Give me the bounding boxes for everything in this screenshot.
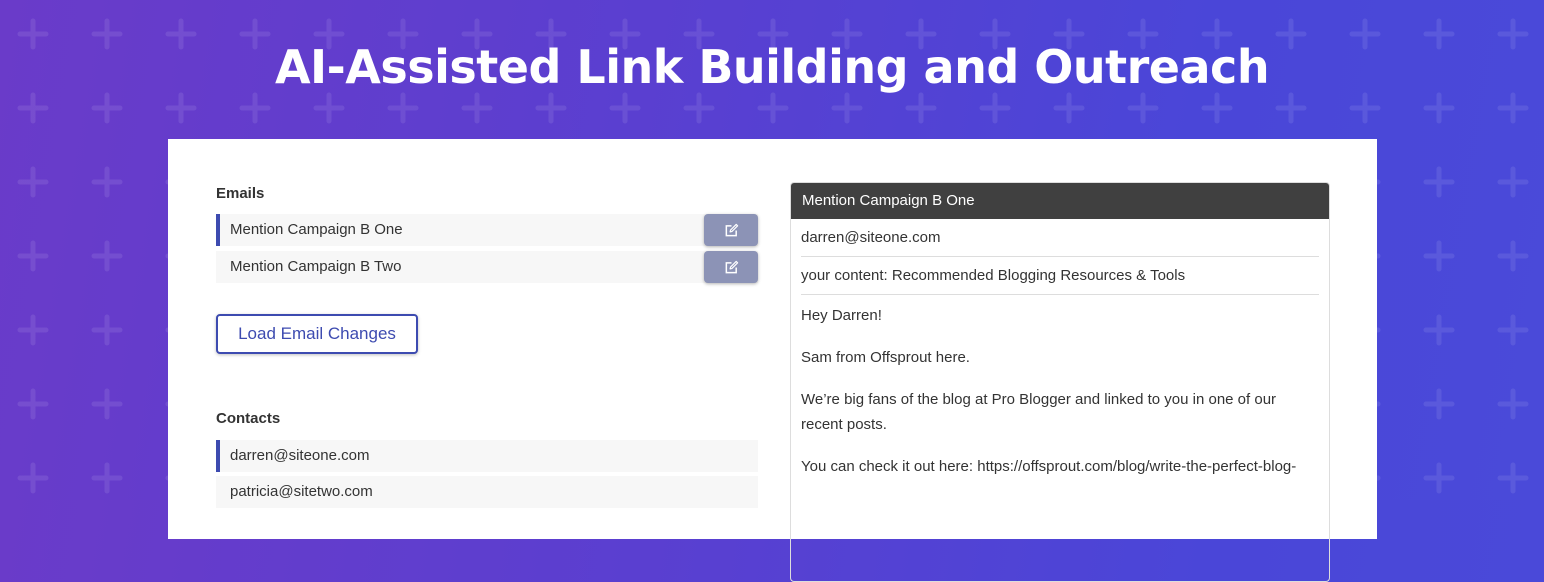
contact-email: patricia@sitetwo.com (230, 483, 373, 500)
email-name: Mention Campaign B One (230, 221, 403, 238)
app-panel: Emails Mention Campaign B One Mention Ca… (168, 139, 1377, 582)
email-list-item[interactable]: Mention Campaign B Two (216, 251, 758, 283)
preview-paragraph: We’re big fans of the blog at Pro Blogge… (801, 391, 1277, 433)
preview-paragraph: Hey Darren! (801, 307, 882, 324)
email-name: Mention Campaign B Two (230, 258, 402, 275)
preview-paragraph: You can check it out here: https://offsp… (801, 458, 1297, 475)
contact-email: darren@siteone.com (230, 447, 370, 464)
preview-title: Mention Campaign B One (791, 183, 1329, 219)
page-title: AI-Assisted Link Building and Outreach (274, 40, 1270, 94)
edit-email-button[interactable] (704, 214, 758, 246)
edit-icon (725, 260, 738, 273)
preview-body: Hey Darren! Sam from Offsprout here. We’… (801, 295, 1319, 479)
emails-label: Emails (216, 185, 265, 202)
contacts-label: Contacts (216, 410, 281, 427)
contact-list-item[interactable]: darren@siteone.com (216, 440, 758, 472)
email-preview-panel: Mention Campaign B One darren@siteone.co… (790, 182, 1330, 582)
load-email-changes-button[interactable]: Load Email Changes (216, 314, 418, 354)
preview-subject: your content: Recommended Blogging Resou… (801, 257, 1319, 295)
edit-email-button[interactable] (704, 251, 758, 283)
edit-icon (725, 223, 738, 236)
preview-paragraph: Sam from Offsprout here. (801, 349, 970, 366)
preview-recipient: darren@siteone.com (801, 219, 1319, 257)
email-list-item[interactable]: Mention Campaign B One (216, 214, 758, 246)
contact-list-item[interactable]: patricia@sitetwo.com (216, 476, 758, 508)
